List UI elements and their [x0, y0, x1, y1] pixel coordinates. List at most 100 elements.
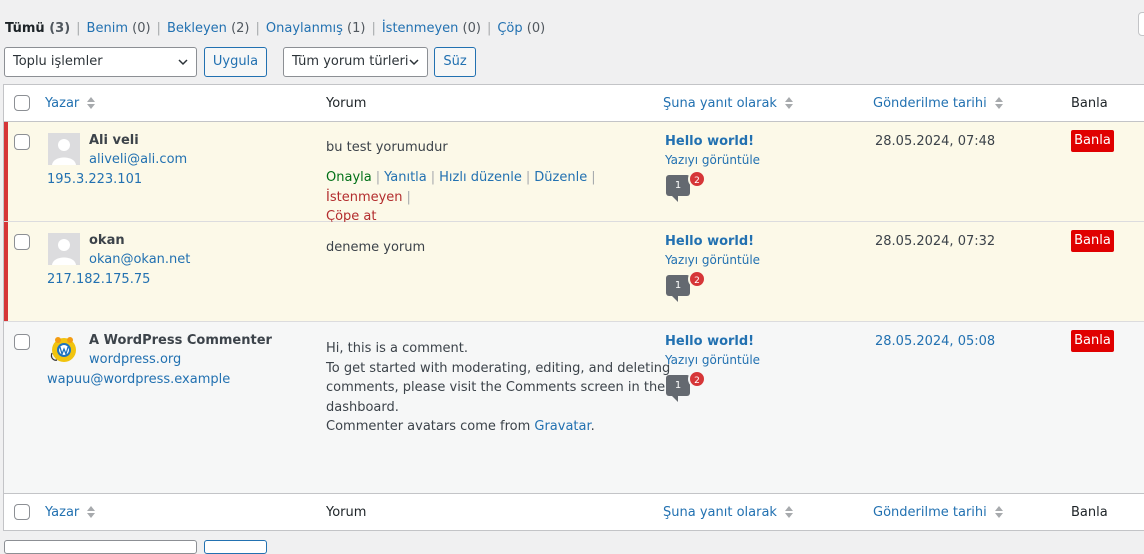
column-response-header[interactable]: Şuna yanıt olarak: [663, 96, 794, 111]
post-title-link[interactable]: Hello world!: [665, 334, 754, 349]
author-ip-link[interactable]: 195.3.223.101: [47, 172, 142, 187]
pending-comments-badge[interactable]: 2: [688, 170, 706, 188]
approved-comments-bubble[interactable]: 1: [666, 175, 690, 202]
filter-all-label: Tümü: [5, 21, 45, 36]
filter-spam-count: (0): [462, 21, 481, 36]
comment-text-fragment: .: [590, 419, 595, 435]
pending-comments-badge[interactable]: 2: [688, 270, 706, 288]
comment-text-line: dashboard.: [326, 399, 399, 415]
bulk-actions-select-bottom[interactable]: [4, 540, 197, 554]
author-email-link[interactable]: okan@okan.net: [89, 252, 190, 267]
column-response-header[interactable]: Şuna yanıt olarak: [663, 505, 794, 520]
column-date-header[interactable]: Gönderilme tarihi: [873, 96, 1004, 111]
filter-button[interactable]: Süz: [434, 47, 476, 77]
filter-all-count: (3): [49, 21, 71, 36]
ban-button[interactable]: Banla: [1071, 330, 1114, 352]
sort-icon: [785, 505, 794, 518]
approved-comments-bubble[interactable]: 1: [666, 275, 690, 302]
author-email-link[interactable]: wapuu@wordpress.example: [47, 372, 230, 387]
gravatar-link[interactable]: Gravatar: [534, 419, 590, 434]
filter-approved-label: Onaylanmış: [265, 21, 343, 36]
author-email-link[interactable]: aliveli@ali.com: [89, 152, 187, 167]
column-author-label: Yazar: [45, 96, 80, 111]
chevron-down-icon: [178, 59, 188, 66]
comment-type-select[interactable]: Tüm yorum türleri: [283, 47, 428, 77]
column-author-header[interactable]: Yazar: [45, 505, 96, 520]
column-ban-header: Banla: [1071, 96, 1108, 111]
post-title-link[interactable]: Hello world!: [665, 134, 754, 149]
comment-row: Ali veli aliveli@ali.com 195.3.223.101 b…: [4, 122, 1144, 224]
select-all-checkbox[interactable]: [14, 504, 30, 520]
view-post-link[interactable]: Yazıyı görüntüle: [665, 153, 760, 167]
sort-icon: [994, 96, 1003, 109]
edit-action[interactable]: Düzenle: [534, 170, 587, 185]
table-footer: Yazar Yorum Şuna yanıt olarak Gönderilme…: [4, 493, 1144, 530]
filter-trash-label: Çöp: [497, 21, 523, 36]
table-header: Yazar Yorum Şuna yanıt olarak Gönderilme…: [4, 85, 1144, 122]
apply-button-bottom[interactable]: [204, 540, 267, 554]
column-ban-header: Banla: [1071, 505, 1108, 520]
column-response-label: Şuna yanıt olarak: [663, 505, 777, 520]
sort-icon: [994, 505, 1003, 518]
avatar: [48, 333, 80, 365]
default-avatar-icon: [48, 133, 80, 165]
comment-status-filters: Tümü (3) | Benim (0) | Bekleyen (2) | Onaylanm…: [5, 21, 545, 36]
comment-checkbox[interactable]: [14, 134, 30, 150]
reply-action[interactable]: Yanıtla: [384, 170, 427, 185]
ban-button[interactable]: Banla: [1071, 230, 1114, 252]
post-title-link[interactable]: Hello world!: [665, 234, 754, 249]
comment-type-value: Tüm yorum türleri: [292, 54, 409, 69]
spam-action[interactable]: İstenmeyen: [326, 190, 403, 205]
pending-comments-badge[interactable]: 2: [688, 370, 706, 388]
filter-separator: |: [255, 21, 260, 36]
bulk-actions-select[interactable]: Toplu işlemler: [4, 47, 197, 77]
search-comments-input[interactable]: [1138, 12, 1144, 36]
comment-date: 28.05.2024, 07:32: [875, 234, 996, 249]
chevron-down-icon: [409, 59, 419, 66]
filter-trash-count: (0): [526, 21, 546, 36]
filter-all[interactable]: Tümü (3): [5, 21, 70, 36]
author-name: okan: [89, 233, 125, 248]
comment-text-line: Commenter avatars come from Gravatar.: [326, 417, 670, 437]
select-all-checkbox[interactable]: [14, 95, 30, 111]
comment-checkbox[interactable]: [14, 234, 30, 250]
comment-text-fragment: Commenter avatars come from: [326, 419, 535, 435]
column-date-label: Gönderilme tarihi: [873, 505, 987, 520]
comment-text: deneme yorum: [326, 240, 426, 255]
filter-approved[interactable]: Onaylanmış (1): [266, 21, 366, 36]
bulk-actions-value: Toplu işlemler: [13, 54, 103, 69]
apply-button[interactable]: Uygula: [204, 47, 267, 77]
comment-text: Hi, this is a comment. To get started wi…: [326, 339, 670, 437]
column-author-header[interactable]: Yazar: [45, 96, 96, 111]
filter-separator: |: [156, 21, 161, 36]
sort-icon: [785, 96, 794, 109]
filter-spam[interactable]: İstenmeyen (0): [382, 21, 481, 36]
filter-separator: |: [371, 21, 376, 36]
sort-icon: [87, 505, 96, 518]
comment-date-link[interactable]: 28.05.2024, 05:08: [875, 334, 995, 349]
column-response-label: Şuna yanıt olarak: [663, 96, 777, 111]
view-post-link[interactable]: Yazıyı görüntüle: [665, 353, 760, 367]
filter-pending[interactable]: Bekleyen (2): [167, 21, 250, 36]
comment-row: okan okan@okan.net 217.182.175.75 deneme…: [4, 222, 1144, 322]
column-comment-header: Yorum: [326, 505, 367, 520]
comment-date: 28.05.2024, 07:48: [875, 134, 996, 149]
author-url-link[interactable]: wordpress.org: [89, 352, 181, 367]
filter-mine[interactable]: Benim (0): [87, 21, 151, 36]
filter-spam-label: İstenmeyen: [381, 21, 459, 36]
comment-checkbox[interactable]: [14, 334, 30, 350]
filter-separator: |: [76, 21, 81, 36]
quick-edit-action[interactable]: Hızlı düzenle: [439, 170, 522, 185]
author-name: Ali veli: [89, 133, 139, 148]
view-post-link[interactable]: Yazıyı görüntüle: [665, 253, 760, 267]
author-ip-link[interactable]: 217.182.175.75: [47, 272, 150, 287]
approved-comments-bubble[interactable]: 1: [666, 375, 690, 402]
comment-text-line: Hi, this is a comment.: [326, 341, 469, 356]
row-actions: Onayla | Yanıtla | Hızlı düzenle | Düzenle |İst…: [326, 170, 596, 225]
default-avatar-icon: [48, 233, 80, 265]
avatar: [48, 133, 80, 165]
ban-button[interactable]: Banla: [1071, 130, 1114, 152]
approve-action[interactable]: Onayla: [326, 170, 372, 185]
column-date-header[interactable]: Gönderilme tarihi: [873, 505, 1004, 520]
filter-trash[interactable]: Çöp (0): [497, 21, 545, 36]
